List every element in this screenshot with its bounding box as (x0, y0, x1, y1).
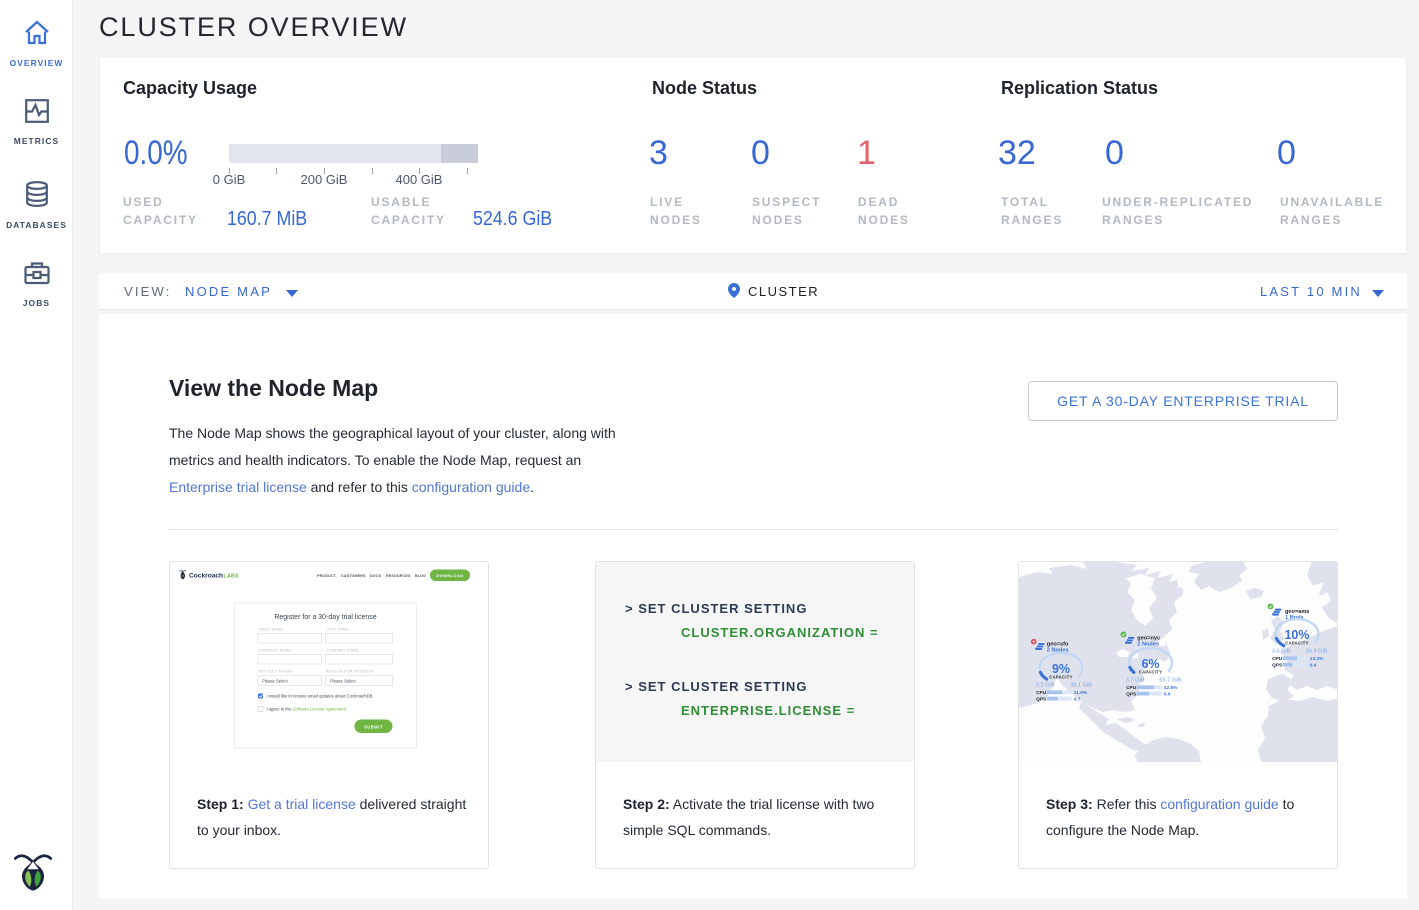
svg-text:35.1 GiB: 35.1 GiB (1070, 683, 1092, 689)
svg-text:3.2 GiB: 3.2 GiB (1036, 683, 1055, 689)
svg-text:65.7 GiB: 65.7 GiB (1159, 678, 1181, 684)
svg-text:11.0%: 11.0% (1074, 690, 1088, 696)
svg-text:3.7 GiB: 3.7 GiB (1126, 678, 1145, 684)
svg-text:SUBMIT: SUBMIT (364, 724, 383, 729)
svg-text:Please Select: Please Select (330, 678, 356, 683)
svg-text:CUSTOMERS: CUSTOMERS (341, 574, 366, 578)
svg-text:CAPACITY: CAPACITY (1285, 641, 1309, 646)
svg-text:34.4 GiB: 34.4 GiB (1306, 649, 1328, 655)
svg-text:COMPANY EMAIL: COMPANY EMAIL (326, 649, 360, 653)
svg-text:REASON FOR INTEREST: REASON FOR INTEREST (326, 670, 375, 674)
svg-text:0.0: 0.0 (1164, 691, 1171, 697)
svg-text:DOCS: DOCS (370, 574, 382, 578)
svg-text:CPU: CPU (1272, 656, 1283, 662)
svg-text:BLOG: BLOG (415, 574, 426, 578)
svg-text:0.4: 0.4 (1310, 662, 1317, 668)
svg-text:13.3%: 13.3% (1310, 656, 1324, 662)
svg-text:I would like to receive email: I would like to receive email updates ab… (267, 694, 374, 699)
svg-text:PRODUCT: PRODUCT (317, 574, 337, 578)
svg-text:3.6 GiB: 3.6 GiB (1272, 649, 1291, 655)
svg-text:QPS: QPS (1272, 662, 1283, 668)
svg-text:Register for a 30-day trial li: Register for a 30-day trial license (274, 614, 376, 621)
svg-text:LABS: LABS (224, 574, 240, 580)
svg-text:4.7: 4.7 (1074, 696, 1081, 702)
svg-text:QPS: QPS (1036, 696, 1047, 702)
svg-text:I agree to the Software Licens: I agree to the Software License Agreemen… (267, 707, 348, 712)
svg-text:DOWNLOAD: DOWNLOAD (436, 573, 463, 578)
svg-text:CPU: CPU (1036, 690, 1047, 696)
svg-text:Cockroach: Cockroach (189, 573, 223, 580)
svg-text:CPU: CPU (1126, 685, 1137, 691)
svg-text:Please Select: Please Select (262, 678, 288, 683)
svg-text:QPS: QPS (1126, 691, 1137, 697)
svg-text:LAST NAME: LAST NAME (326, 628, 349, 632)
svg-text:COMPANY NAME: COMPANY NAME (259, 649, 292, 653)
svg-text:CAPACITY: CAPACITY (1139, 670, 1163, 675)
svg-text:PROJECT PHASE: PROJECT PHASE (259, 670, 293, 674)
svg-text:RESOURCES: RESOURCES (386, 574, 411, 578)
svg-text:CAPACITY: CAPACITY (1049, 675, 1073, 680)
svg-text:42.5%: 42.5% (1164, 685, 1178, 691)
svg-text:FIRST NAME: FIRST NAME (259, 628, 284, 632)
svg-text:2 Nodes: 2 Nodes (1137, 642, 1159, 648)
